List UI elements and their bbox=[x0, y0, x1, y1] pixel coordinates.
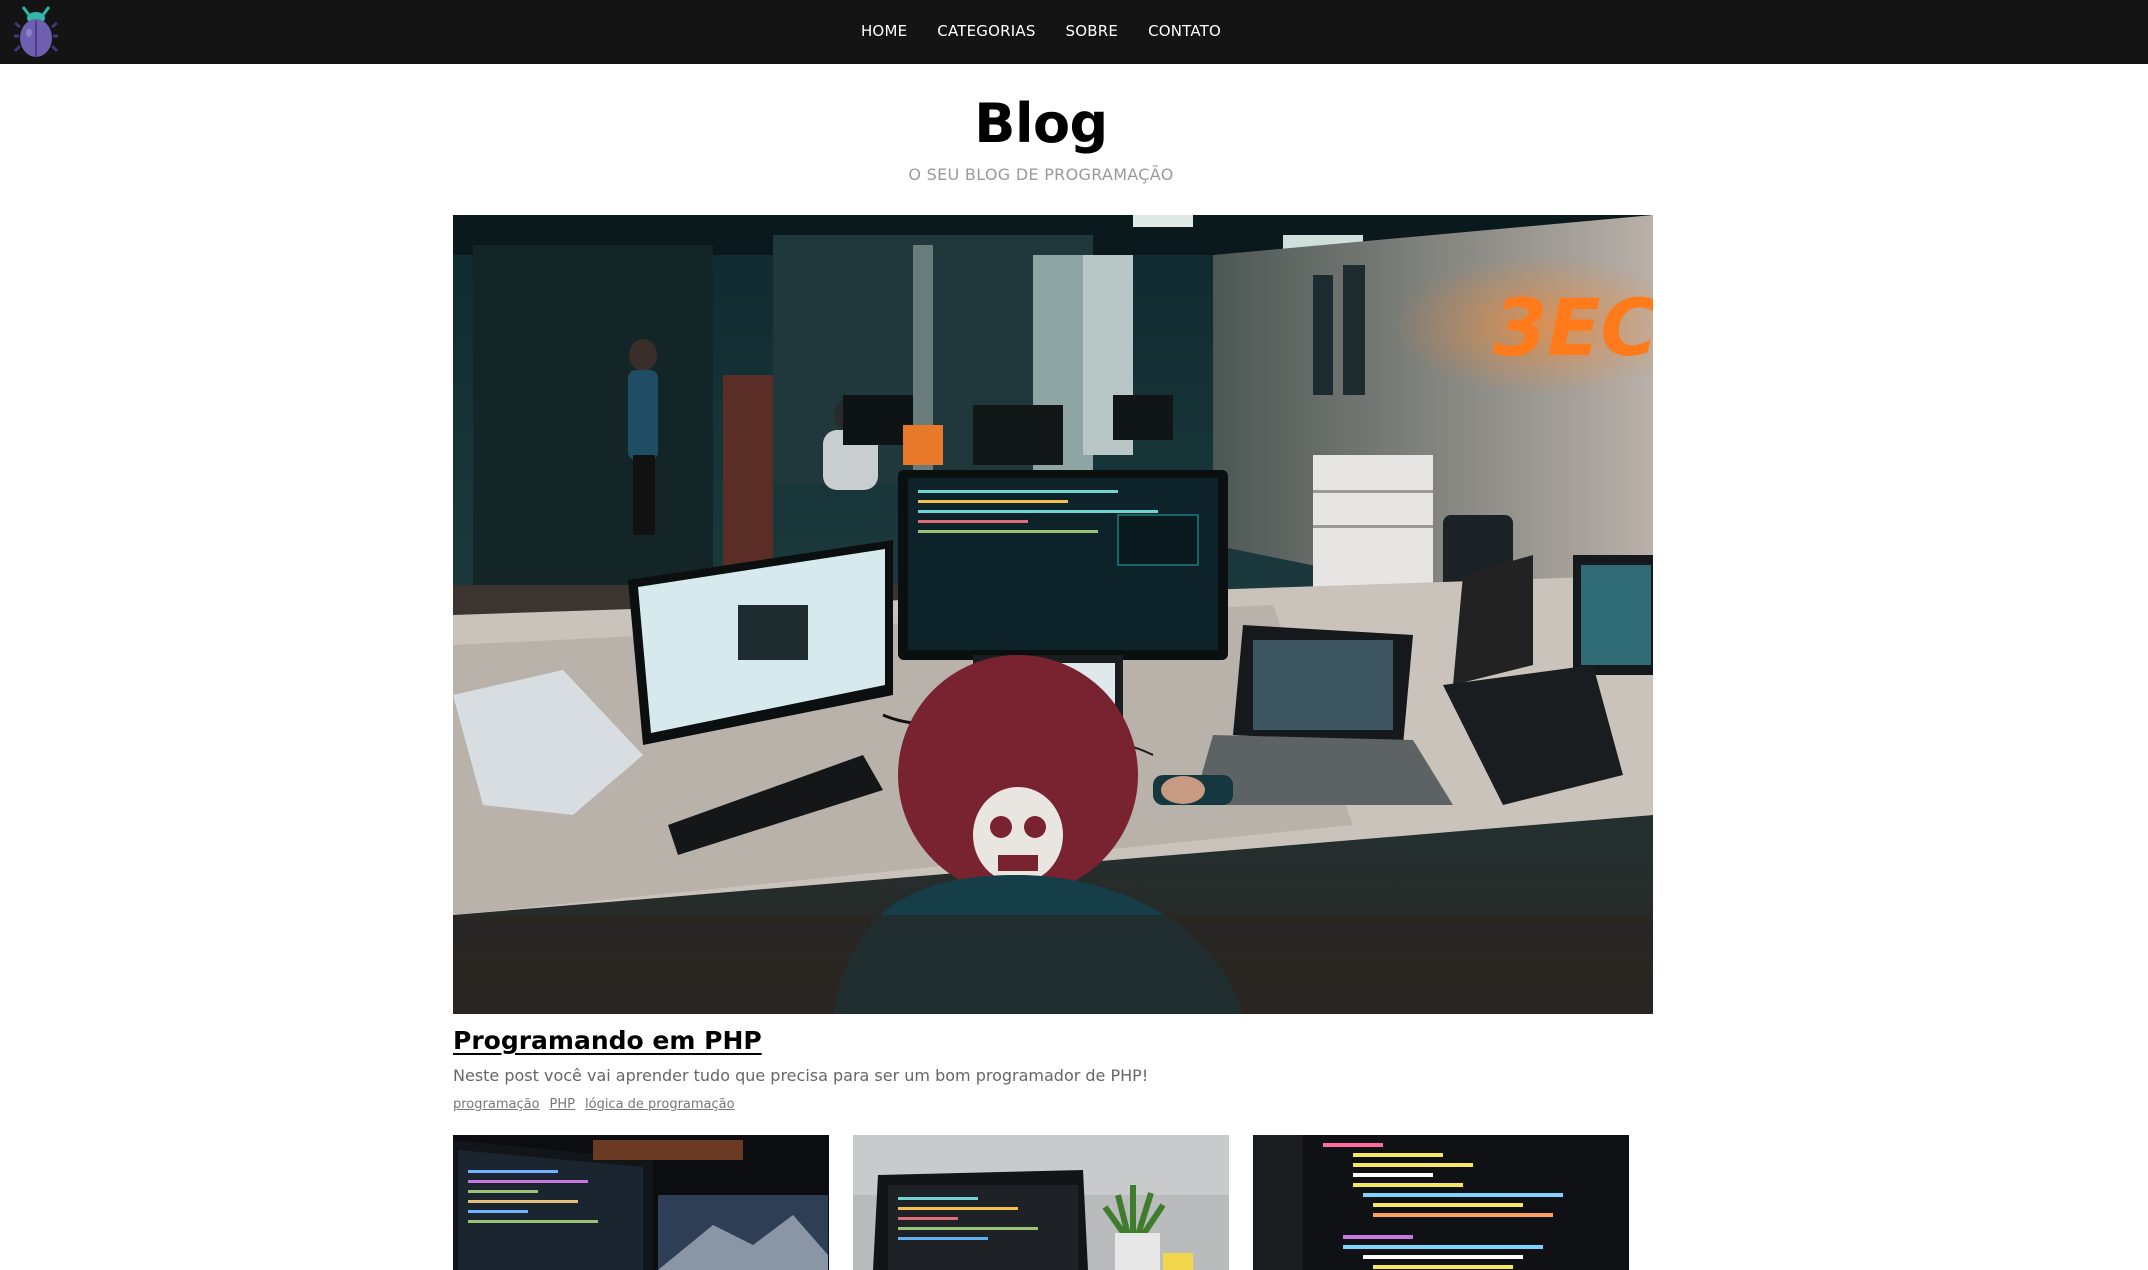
featured-post-description: Neste post você vai aprender tudo que pr… bbox=[453, 1066, 1149, 1085]
featured-post-image[interactable]: 3EC bbox=[453, 215, 1653, 1014]
nav-sobre[interactable]: SOBRE bbox=[1066, 22, 1119, 40]
featured-post-title[interactable]: Programando em PHP bbox=[453, 1026, 762, 1055]
featured-post-tags: programação PHP lógica de programação bbox=[453, 1097, 735, 1112]
svg-text:3EC: 3EC bbox=[1493, 284, 1653, 374]
post-thumbnail-2[interactable] bbox=[853, 1135, 1229, 1270]
top-navbar: HOME CATEGORIAS SOBRE CONTATO bbox=[0, 0, 2148, 64]
nav-home[interactable]: HOME bbox=[861, 22, 907, 40]
main-nav: HOME CATEGORIAS SOBRE CONTATO bbox=[0, 0, 2148, 62]
post-thumbnail-1[interactable] bbox=[453, 1135, 829, 1270]
nav-categorias[interactable]: CATEGORIAS bbox=[937, 22, 1035, 40]
tag-php[interactable]: PHP bbox=[550, 1097, 575, 1112]
tag-logica[interactable]: lógica de programação bbox=[585, 1097, 735, 1112]
nav-contato[interactable]: CONTATO bbox=[1148, 22, 1221, 40]
post-thumbnail-3[interactable] bbox=[1253, 1135, 1629, 1270]
tag-programacao[interactable]: programação bbox=[453, 1097, 540, 1112]
page-title: Blog bbox=[974, 92, 1108, 155]
page-subtitle: O SEU BLOG DE PROGRAMAÇÃO bbox=[908, 165, 1174, 184]
page-header: Blog O SEU BLOG DE PROGRAMAÇÃO bbox=[0, 92, 2082, 184]
